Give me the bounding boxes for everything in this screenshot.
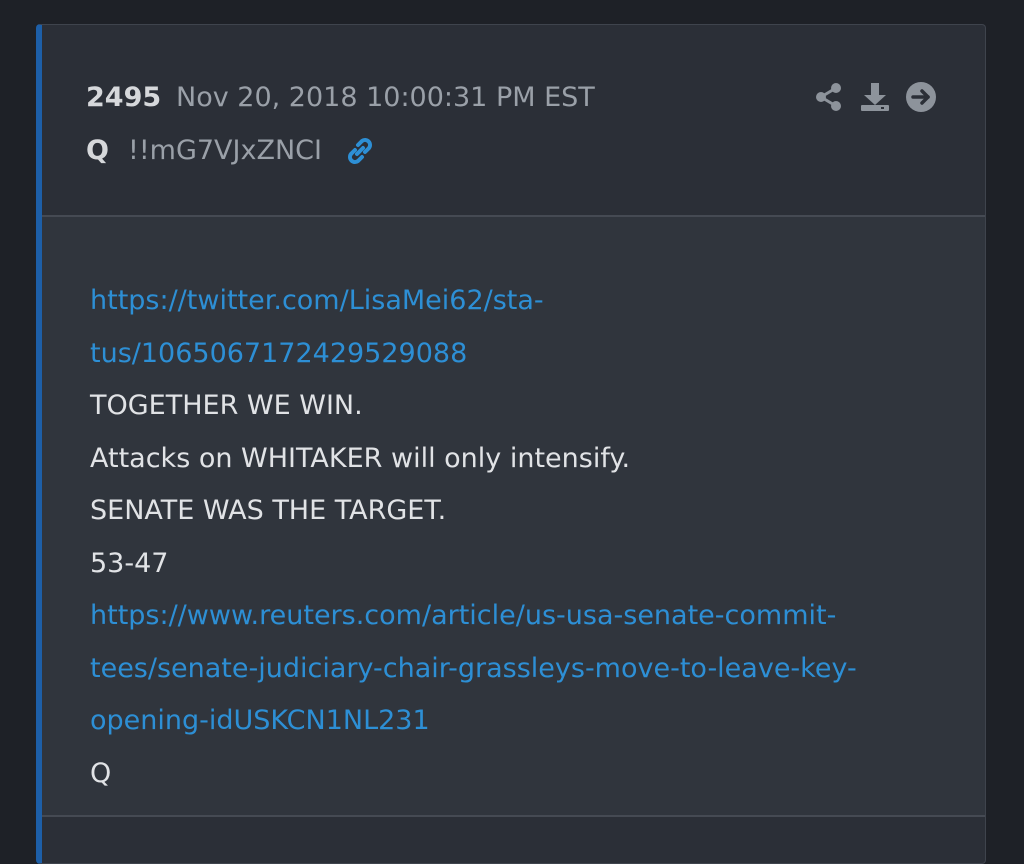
post-body: https://twitter.com/LisaMei62/sta-tus/10…: [42, 217, 985, 817]
download-icon[interactable]: [859, 81, 891, 113]
body-text-line: SENATE WAS THE TARGET.: [90, 495, 447, 526]
link-icon[interactable]: [342, 133, 378, 169]
body-text-line: Q: [90, 757, 112, 789]
post-message: https://twitter.com/LisaMei62/sta-tus/10…: [90, 275, 930, 800]
body-text-line: TOGETHER WE WIN.: [90, 390, 363, 421]
body-text-line: Attacks on WHITAKER will only intensify.: [90, 442, 631, 474]
post-header: 2495 Nov 20, 2018 10:00:31 PM EST Q !!mG…: [42, 25, 985, 217]
arrow-right-circle-icon[interactable]: [905, 81, 937, 113]
body-link[interactable]: opening-idUSKCN1NL231: [90, 695, 930, 748]
share-icon[interactable]: [813, 81, 845, 113]
post-number[interactable]: 2495: [86, 82, 161, 113]
post-timestamp: Nov 20, 2018 10:00:31 PM EST: [176, 82, 595, 113]
body-text-line: 53-47: [90, 547, 169, 579]
post-card: 2495 Nov 20, 2018 10:00:31 PM EST Q !!mG…: [36, 24, 986, 864]
tripcode: !!mG7VJxZNCI: [128, 135, 322, 166]
body-link[interactable]: tus/1065067172429529088: [90, 328, 930, 381]
author-name: Q: [86, 135, 109, 166]
post-actions: [813, 81, 937, 113]
body-link[interactable]: https://twitter.com/LisaMei62/sta-: [90, 275, 930, 328]
body-link[interactable]: https://www.reuters.com/article/us-usa-s…: [90, 590, 930, 643]
body-link[interactable]: tees/senate-judiciary-chair-grassleys-mo…: [90, 643, 930, 696]
